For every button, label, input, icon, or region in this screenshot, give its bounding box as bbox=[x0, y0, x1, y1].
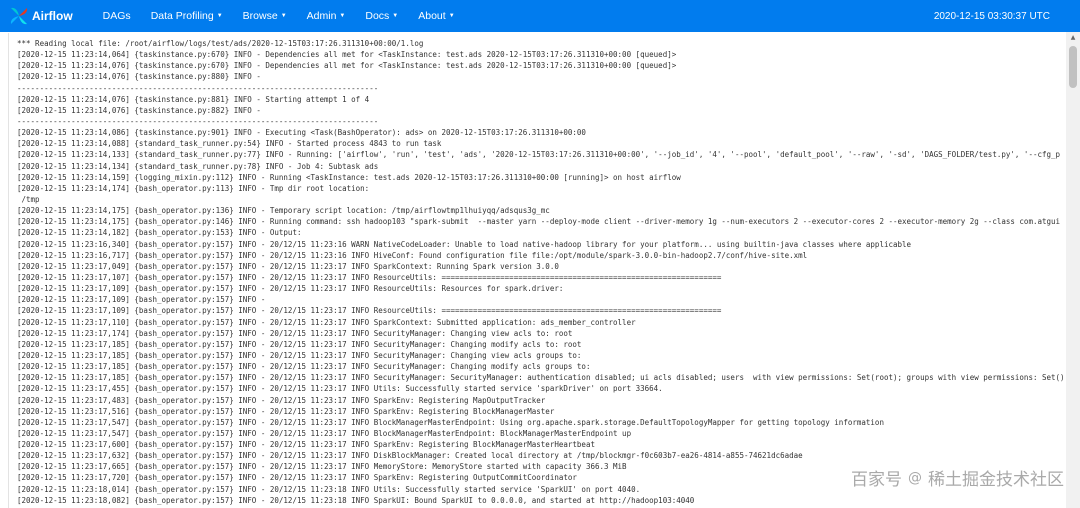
log-line: [2020-12-15 11:23:17,185] {bash_operator… bbox=[17, 373, 1065, 383]
log-line: [2020-12-15 11:23:14,086] {taskinstance.… bbox=[17, 128, 586, 138]
watermark: 百家号 @ 稀土掘金技术社区 bbox=[851, 465, 1064, 491]
log-line: [2020-12-15 11:23:17,109] {bash_operator… bbox=[17, 295, 266, 305]
nav-item-label: Data Profiling bbox=[150, 10, 214, 22]
log-line: [2020-12-15 11:23:17,049] {bash_operator… bbox=[17, 261, 559, 271]
log-line: [2020-12-15 11:23:17,632] {bash_operator… bbox=[17, 451, 803, 461]
nav-item-label: About bbox=[418, 10, 446, 22]
log-line: ----------------------------------------… bbox=[17, 83, 379, 93]
log-line: [2020-12-15 11:23:14,076] {taskinstance.… bbox=[17, 61, 677, 71]
log-line: [2020-12-15 11:23:16,340] {bash_operator… bbox=[17, 239, 912, 249]
log-line: [2020-12-15 11:23:17,547] {bash_operator… bbox=[17, 417, 884, 427]
airflow-logo-icon bbox=[10, 7, 28, 25]
log-line: [2020-12-15 11:23:17,185] {bash_operator… bbox=[17, 362, 591, 372]
caret-down-icon: ▼ bbox=[216, 13, 223, 19]
log-line: [2020-12-15 11:23:14,133] {standard_task… bbox=[17, 150, 1061, 160]
utc-clock: 2020-12-15 03:30:37 UTC bbox=[933, 10, 1050, 22]
nav-item-label: Admin bbox=[306, 10, 337, 22]
caret-down-icon: ▼ bbox=[280, 13, 287, 19]
log-line: [2020-12-15 11:23:16,717] {bash_operator… bbox=[17, 250, 808, 260]
log-line: [2020-12-15 11:23:14,076] {taskinstance.… bbox=[17, 72, 261, 82]
log-line: [2020-12-15 11:23:14,076] {taskinstance.… bbox=[17, 105, 261, 115]
scroll-up-arrow-icon[interactable]: ▲ bbox=[1066, 32, 1080, 44]
log-line: [2020-12-15 11:23:14,175] {bash_operator… bbox=[17, 206, 550, 216]
log-line: [2020-12-15 11:23:14,076] {taskinstance.… bbox=[17, 94, 370, 104]
log-line: [2020-12-15 11:23:17,107] {bash_operator… bbox=[17, 272, 722, 282]
nav-item-docs[interactable]: Docs ▼ bbox=[355, 0, 408, 32]
log-line: [2020-12-15 11:23:17,185] {bash_operator… bbox=[17, 339, 582, 349]
caret-down-icon: ▼ bbox=[339, 13, 346, 19]
log-line: /tmp bbox=[17, 194, 40, 204]
log-line: [2020-12-15 11:23:17,174] {bash_operator… bbox=[17, 328, 573, 338]
page-scrollbar[interactable]: ▲ bbox=[1066, 32, 1080, 508]
top-navbar: Airflow DAGs Data Profiling ▼ Browse ▼ A… bbox=[0, 0, 1080, 32]
log-line: [2020-12-15 11:23:14,064] {taskinstance.… bbox=[17, 50, 677, 60]
log-line: [2020-12-15 11:23:17,185] {bash_operator… bbox=[17, 350, 582, 360]
log-line: [2020-12-15 11:23:17,109] {bash_operator… bbox=[17, 306, 722, 316]
log-line: [2020-12-15 11:23:14,134] {standard_task… bbox=[17, 161, 379, 171]
nav-item-data-profiling[interactable]: Data Profiling ▼ bbox=[141, 0, 233, 32]
nav-item-admin[interactable]: Admin ▼ bbox=[297, 0, 356, 32]
caret-down-icon: ▼ bbox=[448, 13, 455, 19]
log-line: [2020-12-15 11:23:14,159] {logging_mixin… bbox=[17, 172, 681, 182]
nav-item-dags[interactable]: DAGs bbox=[93, 0, 141, 32]
log-line: [2020-12-15 11:23:17,110] {bash_operator… bbox=[17, 317, 636, 327]
log-line: *** Reading local file: /root/airflow/lo… bbox=[17, 39, 424, 48]
nav-item-browse[interactable]: Browse ▼ bbox=[233, 0, 297, 32]
log-line: [2020-12-15 11:23:14,175] {bash_operator… bbox=[17, 217, 1061, 227]
log-line: ----------------------------------------… bbox=[17, 116, 379, 126]
log-line: [2020-12-15 11:23:14,182] {bash_operator… bbox=[17, 228, 302, 238]
log-line: [2020-12-15 11:23:14,174] {bash_operator… bbox=[17, 183, 370, 193]
log-line: [2020-12-15 11:23:17,109] {bash_operator… bbox=[17, 284, 564, 294]
log-line: [2020-12-15 11:23:17,547] {bash_operator… bbox=[17, 428, 632, 438]
watermark-right: 稀土掘金技术社区 bbox=[928, 470, 1064, 490]
log-line: [2020-12-15 11:23:17,455] {bash_operator… bbox=[17, 384, 663, 394]
task-log-output: *** Reading local file: /root/airflow/lo… bbox=[9, 33, 1066, 506]
log-line: [2020-12-15 11:23:17,516] {bash_operator… bbox=[17, 406, 555, 416]
airflow-brand-link[interactable]: Airflow bbox=[9, 6, 73, 26]
nav-item-label: Browse bbox=[242, 10, 278, 22]
nav-item-about[interactable]: About ▼ bbox=[408, 0, 464, 32]
log-panel: *** Reading local file: /root/airflow/lo… bbox=[8, 33, 1066, 508]
scrollbar-thumb[interactable] bbox=[1069, 46, 1077, 88]
watermark-left: 百家号 bbox=[851, 470, 902, 490]
caret-down-icon: ▼ bbox=[392, 13, 399, 19]
log-line: [2020-12-15 11:23:14,088] {standard_task… bbox=[17, 139, 442, 149]
log-line: [2020-12-15 11:23:17,483] {bash_operator… bbox=[17, 395, 546, 405]
log-line: [2020-12-15 11:23:18,082] {bash_operator… bbox=[17, 495, 695, 505]
brand-name: Airflow bbox=[32, 9, 73, 23]
watermark-separator: @ bbox=[908, 469, 922, 486]
nav-menu: DAGs Data Profiling ▼ Browse ▼ Admin ▼ D… bbox=[93, 0, 465, 32]
log-line: [2020-12-15 11:23:17,600] {bash_operator… bbox=[17, 440, 595, 450]
nav-item-label: Docs bbox=[365, 10, 390, 22]
nav-item-label: DAGs bbox=[102, 10, 131, 22]
